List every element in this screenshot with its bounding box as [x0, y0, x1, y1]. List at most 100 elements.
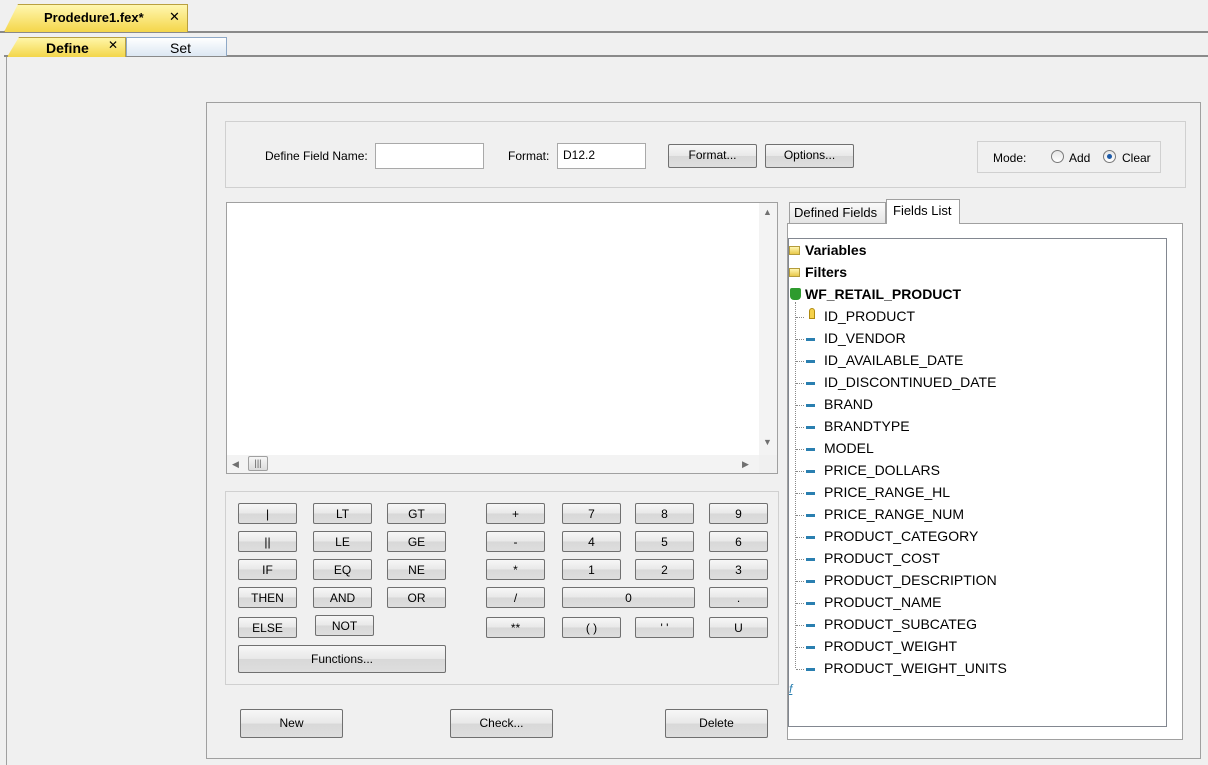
tree-item-field[interactable]: ID_VENDOR	[824, 330, 906, 346]
expression-editor[interactable]	[226, 202, 778, 474]
digit-6-button[interactable]: 6	[709, 531, 768, 552]
op-multiply-button[interactable]: *	[486, 559, 545, 580]
tree-item-field[interactable]: PRODUCT_COST	[824, 550, 940, 566]
scroll-up-icon[interactable]: ▲	[763, 207, 772, 217]
op-ge-button[interactable]: GE	[387, 531, 446, 552]
key-icon	[809, 308, 815, 319]
tree-item-field[interactable]: PRODUCT_SUBCATEG	[824, 616, 977, 632]
scroll-left-icon[interactable]: ◀	[232, 459, 239, 470]
op-or-bar-button[interactable]: |	[238, 503, 297, 524]
digit-7-button[interactable]: 7	[562, 503, 621, 524]
new-button[interactable]: New	[240, 709, 343, 738]
field-icon	[806, 536, 815, 539]
op-if-button[interactable]: IF	[238, 559, 297, 580]
tree-connector	[796, 559, 804, 560]
digit-4-button[interactable]: 4	[562, 531, 621, 552]
mode-label: Mode:	[993, 151, 1027, 165]
functions-button[interactable]: Functions...	[238, 645, 446, 673]
digit-0-button[interactable]: 0	[562, 587, 695, 608]
field-icon	[806, 624, 815, 627]
tree-connector	[796, 537, 804, 538]
tree-connector	[796, 317, 804, 318]
scroll-down-icon[interactable]: ▼	[763, 437, 772, 447]
op-or-button[interactable]: OR	[387, 587, 446, 608]
tree-item-field[interactable]: PRODUCT_WEIGHT	[824, 638, 957, 654]
tree-item-field[interactable]: BRAND	[824, 396, 873, 412]
tab-set-label: Set	[170, 40, 192, 56]
op-power-button[interactable]: **	[486, 617, 545, 638]
field-icon	[806, 470, 815, 473]
tree-connector	[796, 471, 804, 472]
digit-8-button[interactable]: 8	[635, 503, 694, 524]
field-icon	[806, 602, 815, 605]
tree-item-field[interactable]: PRICE_DOLLARS	[824, 462, 940, 478]
tree-item-filters[interactable]: Filters	[805, 264, 847, 280]
tree-item-field[interactable]: ID_AVAILABLE_DATE	[824, 352, 963, 368]
check-button[interactable]: Check...	[450, 709, 553, 738]
mode-add-radio[interactable]	[1051, 150, 1064, 163]
tree-item-field[interactable]: ID_DISCONTINUED_DATE	[824, 374, 996, 390]
field-icon	[806, 558, 815, 561]
tree-item-field[interactable]: PRODUCT_CATEGORY	[824, 528, 978, 544]
delete-button[interactable]: Delete	[665, 709, 768, 738]
mode-clear-radio[interactable]	[1103, 150, 1116, 163]
op-eq-button[interactable]: EQ	[313, 559, 372, 580]
op-minus-button[interactable]: -	[486, 531, 545, 552]
field-icon	[806, 448, 815, 451]
folder-icon	[789, 246, 800, 255]
digit-9-button[interactable]: 9	[709, 503, 768, 524]
tab-define-label: Define	[46, 40, 89, 56]
format-button[interactable]: Format...	[668, 144, 757, 168]
field-icon	[806, 580, 815, 583]
database-icon	[790, 288, 801, 300]
op-else-button[interactable]: ELSE	[238, 617, 297, 638]
parentheses-button[interactable]: ( )	[562, 617, 621, 638]
field-icon	[806, 668, 815, 671]
editor-horizontal-scrollbar[interactable]	[227, 455, 759, 473]
op-le-button[interactable]: LE	[313, 531, 372, 552]
op-then-button[interactable]: THEN	[238, 587, 297, 608]
close-icon[interactable]: ✕	[169, 9, 180, 25]
op-gt-button[interactable]: GT	[387, 503, 446, 524]
field-icon	[806, 514, 815, 517]
tree-item-field[interactable]: PRODUCT_DESCRIPTION	[824, 572, 997, 588]
function-icon[interactable]: f	[789, 682, 792, 696]
tree-item-field[interactable]: PRODUCT_NAME	[824, 594, 941, 610]
digit-3-button[interactable]: 3	[709, 559, 768, 580]
op-concat-button[interactable]: ||	[238, 531, 297, 552]
op-lt-button[interactable]: LT	[313, 503, 372, 524]
tree-connector	[796, 449, 804, 450]
document-tab-label: Prodedure1.fex*	[44, 10, 144, 25]
op-plus-button[interactable]: +	[486, 503, 545, 524]
quotes-button[interactable]: ' '	[635, 617, 694, 638]
close-icon[interactable]: ✕	[108, 38, 118, 52]
editor-vertical-scrollbar[interactable]	[759, 203, 777, 455]
u-button[interactable]: U	[709, 617, 768, 638]
tree-item-field[interactable]: MODEL	[824, 440, 874, 456]
digit-2-button[interactable]: 2	[635, 559, 694, 580]
scroll-right-icon[interactable]: ▶	[742, 459, 749, 470]
tree-item-field[interactable]: ID_PRODUCT	[824, 308, 915, 324]
op-divide-button[interactable]: /	[486, 587, 545, 608]
tab-fields-list-label: Fields List	[893, 203, 952, 218]
tree-connector	[796, 669, 804, 670]
tab-defined-fields-label: Defined Fields	[794, 205, 878, 220]
op-ne-button[interactable]: NE	[387, 559, 446, 580]
decimal-point-button[interactable]: .	[709, 587, 768, 608]
tree-connector	[796, 405, 804, 406]
digit-5-button[interactable]: 5	[635, 531, 694, 552]
digit-1-button[interactable]: 1	[562, 559, 621, 580]
op-not-button[interactable]: NOT	[315, 615, 374, 636]
field-name-input[interactable]	[375, 143, 484, 169]
op-and-button[interactable]: AND	[313, 587, 372, 608]
tree-item-field[interactable]: BRANDTYPE	[824, 418, 910, 434]
tree-item-field[interactable]: PRODUCT_WEIGHT_UNITS	[824, 660, 1007, 676]
format-input[interactable]: D12.2	[557, 143, 646, 169]
tree-item-field[interactable]: PRICE_RANGE_HL	[824, 484, 950, 500]
tree-item-table[interactable]: WF_RETAIL_PRODUCT	[805, 286, 961, 302]
tree-connector	[796, 603, 804, 604]
tree-item-field[interactable]: PRICE_RANGE_NUM	[824, 506, 964, 522]
scroll-thumb[interactable]: |||	[248, 456, 268, 471]
options-button[interactable]: Options...	[765, 144, 854, 168]
tree-item-variables[interactable]: Variables	[805, 242, 867, 258]
